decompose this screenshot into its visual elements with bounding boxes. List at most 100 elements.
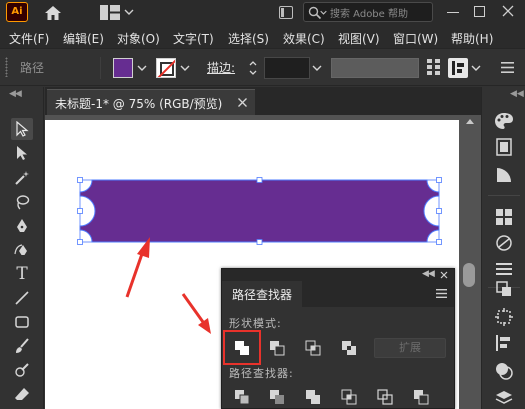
divide-button[interactable] <box>231 386 253 408</box>
purple-banner-shape[interactable] <box>79 179 440 243</box>
chevron-down-icon[interactable] <box>469 57 483 79</box>
curvature-tool[interactable] <box>11 239 33 261</box>
handle-middle-right[interactable] <box>436 208 442 214</box>
swatches-grid-icon <box>496 209 512 225</box>
panel-grip[interactable] <box>5 57 8 77</box>
align-grid-icon[interactable] <box>427 59 441 75</box>
rectangle-icon <box>15 316 29 328</box>
align-panel-button[interactable] <box>494 307 514 327</box>
menu-type[interactable]: 文字(T) <box>173 30 214 47</box>
gradient-panel-button[interactable] <box>494 165 514 185</box>
line-segment-icon <box>15 291 29 305</box>
handle-top-right[interactable] <box>436 177 442 183</box>
collapse-dock-icon[interactable]: ◀◀ <box>510 89 524 99</box>
layers-icon <box>495 391 513 404</box>
trim-button[interactable] <box>266 386 288 408</box>
intersect-button[interactable] <box>302 337 324 359</box>
exclude-button[interactable] <box>338 337 360 359</box>
handle-bottom-left[interactable] <box>77 239 83 245</box>
layers-align-button[interactable] <box>494 333 514 353</box>
menu-effect[interactable]: 效果(C) <box>283 30 325 47</box>
close-icon[interactable] <box>440 271 448 279</box>
minimize-button[interactable] <box>447 12 459 13</box>
color-guide-icon <box>496 138 512 156</box>
stroke-weight-stepper[interactable] <box>248 59 258 77</box>
brushes-panel-button[interactable] <box>494 233 514 253</box>
shaper-tool[interactable] <box>11 359 33 381</box>
menu-file[interactable]: 文件(F) <box>9 30 49 47</box>
variable-width-profile[interactable] <box>331 58 419 78</box>
selection-tool[interactable] <box>11 118 33 140</box>
chevron-down-icon[interactable] <box>135 57 149 79</box>
menu-edit[interactable]: 编辑(E) <box>63 30 104 47</box>
direct-selection-tool[interactable] <box>11 142 33 164</box>
scrollbar-thumb[interactable] <box>463 263 475 287</box>
crop-button[interactable] <box>338 386 360 408</box>
control-bar: 路径 描边: <box>0 48 525 86</box>
handle-middle-left[interactable] <box>77 208 83 214</box>
stroke-weight-input[interactable] <box>264 57 310 79</box>
handle-bottom-center[interactable] <box>256 239 263 245</box>
collapse-toolbar-icon[interactable]: ◀◀ <box>9 89 22 99</box>
selection-arrow-icon <box>16 121 29 137</box>
merge-button[interactable] <box>302 386 324 408</box>
arrange-documents-icon[interactable] <box>279 6 293 19</box>
pen-nib-icon <box>17 219 27 232</box>
stroke-color-swatch[interactable] <box>156 58 176 78</box>
document-tab[interactable]: 未标题-1* @ 75% (RGB/预览) <box>47 89 255 115</box>
vertical-scrollbar[interactable] <box>461 115 481 409</box>
handle-top-left[interactable] <box>77 177 83 183</box>
scroll-up-icon[interactable] <box>465 117 475 125</box>
minus-front-button[interactable] <box>266 337 288 359</box>
expand-button[interactable]: 扩展 <box>374 338 446 358</box>
magic-wand-tool[interactable] <box>11 167 33 189</box>
tab-pathfinder[interactable]: 路径查找器 <box>222 281 302 307</box>
maximize-button[interactable] <box>474 6 485 17</box>
menu-help[interactable]: 帮助(H) <box>451 30 493 47</box>
minus-back-button[interactable] <box>410 386 432 408</box>
minus-back-icon <box>414 390 429 405</box>
menu-select[interactable]: 选择(S) <box>228 30 269 47</box>
workspace-layout-icon[interactable] <box>100 5 120 20</box>
swatches-panel-button[interactable] <box>494 207 514 227</box>
rectangle-tool[interactable] <box>11 311 33 333</box>
eraser-tool[interactable] <box>11 383 33 405</box>
brushes-icon <box>496 235 512 251</box>
color-panel-button[interactable] <box>494 111 514 131</box>
type-tool[interactable]: T <box>11 263 33 285</box>
align-to-icon[interactable] <box>448 58 468 78</box>
chevron-down-icon[interactable] <box>124 7 134 17</box>
outline-button[interactable] <box>374 386 396 408</box>
chevron-down-icon[interactable] <box>310 57 324 79</box>
home-icon[interactable] <box>44 4 62 22</box>
paintbrush-tool[interactable] <box>11 335 33 357</box>
appearance-panel-button[interactable] <box>494 361 514 381</box>
hamburger-menu-icon[interactable] <box>501 62 514 73</box>
outline-icon <box>377 389 393 405</box>
stroke-panel-button[interactable] <box>494 259 514 279</box>
color-guide-button[interactable] <box>494 137 514 157</box>
menu-view[interactable]: 视图(V) <box>338 30 380 47</box>
help-search-input[interactable]: 搜索 Adobe 帮助 <box>303 2 433 22</box>
stroke-weight-label[interactable]: 描边: <box>207 59 235 76</box>
collapse-panel-icon[interactable]: ◀◀ <box>422 269 435 279</box>
lasso-tool[interactable] <box>11 191 33 213</box>
menu-object[interactable]: 对象(O) <box>117 30 160 47</box>
fill-color-swatch[interactable] <box>113 58 133 78</box>
crop-icon <box>341 389 357 405</box>
layers-panel-button[interactable] <box>494 387 514 407</box>
menu-window[interactable]: 窗口(W) <box>393 30 438 47</box>
hamburger-menu-icon[interactable] <box>436 289 447 298</box>
close-window-button[interactable] <box>500 3 516 19</box>
panel-header[interactable]: ◀◀ <box>222 269 454 281</box>
close-icon[interactable] <box>237 97 248 108</box>
unite-button[interactable] <box>223 330 261 365</box>
transform-panel-button[interactable] <box>494 279 514 299</box>
handle-bottom-right[interactable] <box>436 239 442 245</box>
chevron-down-icon[interactable] <box>178 57 192 79</box>
no-stroke-icon <box>157 59 175 77</box>
stroke-lines-icon <box>496 263 512 275</box>
pen-tool[interactable] <box>11 215 33 237</box>
line-segment-tool[interactable] <box>11 287 33 309</box>
handle-top-center[interactable] <box>256 177 263 183</box>
